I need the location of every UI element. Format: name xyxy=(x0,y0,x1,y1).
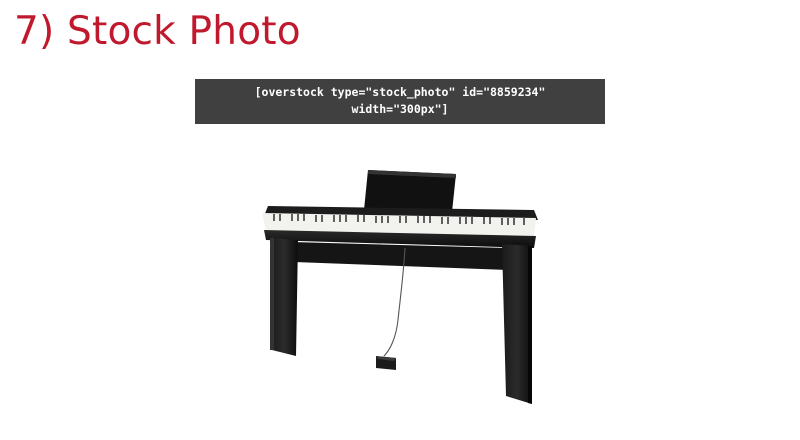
stand-left-leg xyxy=(270,238,298,356)
shortcode-block: [overstock type="stock_photo" id="885923… xyxy=(195,79,605,124)
page: 7) Stock Photo [overstock type="stock_ph… xyxy=(0,0,800,440)
stand-right-leg xyxy=(502,244,532,404)
digital-piano-image xyxy=(262,170,538,404)
section-title: 7) Stock Photo xyxy=(14,9,301,54)
shortcode-line-1: [overstock type="stock_photo" id="885923… xyxy=(254,85,546,99)
shortcode-line-2: width="300px"] xyxy=(351,102,449,116)
